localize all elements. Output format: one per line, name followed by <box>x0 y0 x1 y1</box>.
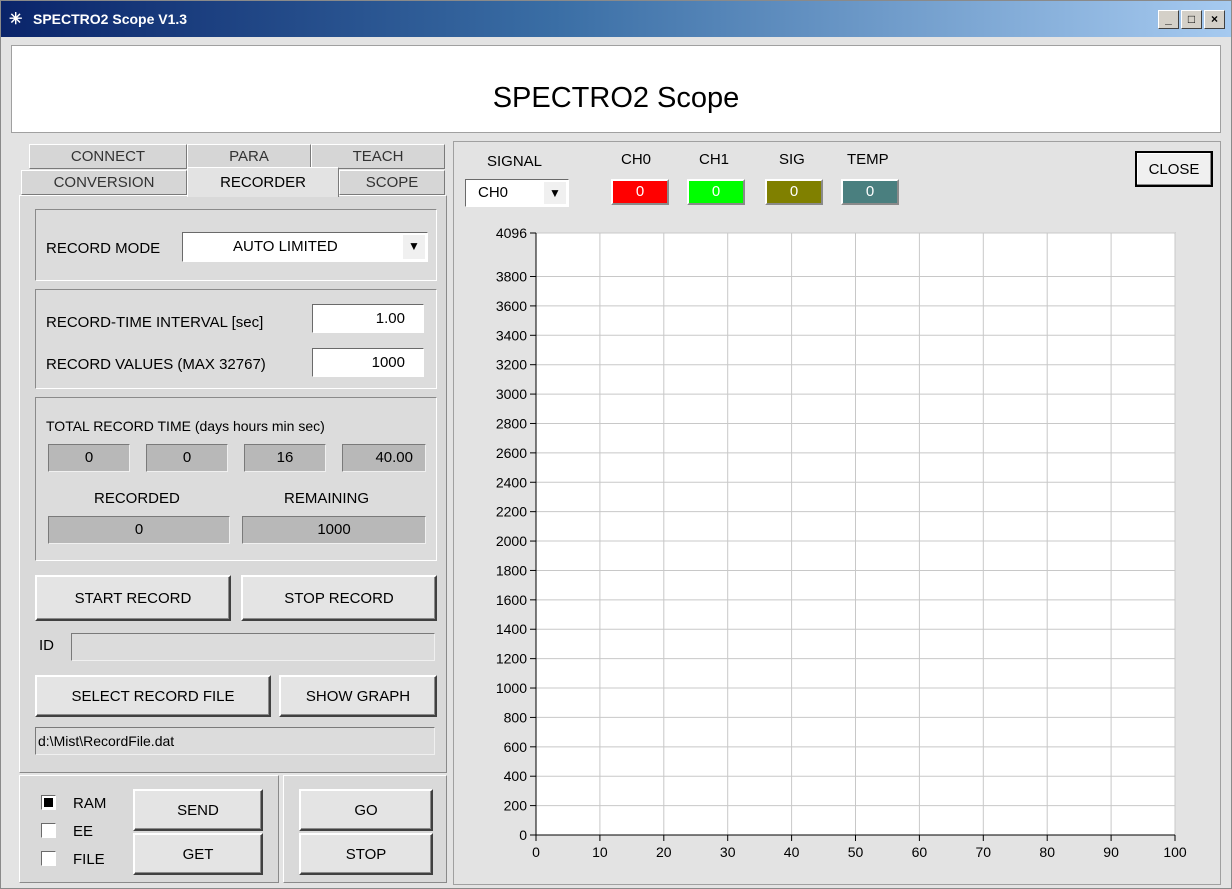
get-button[interactable]: GET <box>133 833 263 875</box>
record-values-label: RECORD VALUES (MAX 32767) <box>46 356 266 373</box>
send-button[interactable]: SEND <box>133 789 263 831</box>
record-mode-select[interactable]: AUTO LIMITED ▼ <box>182 232 428 262</box>
y-tick-label: 1000 <box>496 680 527 696</box>
recorded-label: RECORDED <box>94 490 180 507</box>
total-record-time-group: TOTAL RECORD TIME (days hours min sec) 0… <box>35 397 437 561</box>
total-min-field: 16 <box>244 444 326 472</box>
x-tick-label: 60 <box>912 844 928 860</box>
ch0-label: CH0 <box>621 151 652 168</box>
y-tick-label: 2000 <box>496 533 527 549</box>
x-tick-label: 100 <box>1163 844 1187 860</box>
y-tick-label: 3600 <box>496 298 527 314</box>
y-tick-label: 3200 <box>496 357 527 373</box>
signal-value: CH0 <box>478 184 509 201</box>
y-tick-label: 2600 <box>496 445 527 461</box>
y-tick-label: 600 <box>504 739 528 755</box>
close-window-button[interactable]: × <box>1204 10 1225 29</box>
stop-record-button[interactable]: STOP RECORD <box>241 575 437 621</box>
stop-button[interactable]: STOP <box>299 833 433 875</box>
ee-label: EE <box>73 823 94 840</box>
ch1-indicator: 0 <box>687 179 745 205</box>
total-record-time-label: TOTAL RECORD TIME (days hours min sec) <box>46 418 325 434</box>
interval-input[interactable]: 1.00 <box>312 304 424 333</box>
chevron-down-icon[interactable]: ▼ <box>544 182 566 204</box>
file-label: FILE <box>73 851 105 868</box>
show-graph-button[interactable]: SHOW GRAPH <box>279 675 437 717</box>
tab-recorder[interactable]: RECORDER <box>187 167 339 197</box>
tab-para[interactable]: PARA <box>187 144 311 169</box>
y-tick-label: 3400 <box>496 327 527 343</box>
x-tick-label: 70 <box>976 844 992 860</box>
total-sec-field: 40.00 <box>342 444 426 472</box>
file-checkbox[interactable] <box>41 851 56 866</box>
x-tick-label: 10 <box>592 844 608 860</box>
y-tick-label: 2400 <box>496 474 527 490</box>
header-panel: SPECTRO2 Scope <box>11 45 1221 133</box>
scope-chart: 0 10 20 30 40 50 60 70 80 90 100020040060080010001… <box>496 225 1187 860</box>
tab-scope[interactable]: SCOPE <box>339 170 445 195</box>
tab-conversion[interactable]: CONVERSION <box>21 170 187 195</box>
x-tick-label: 40 <box>784 844 800 860</box>
record-mode-group: RECORD MODE AUTO LIMITED ▼ <box>35 209 437 281</box>
window-title: SPECTRO2 Scope V1.3 <box>33 11 188 27</box>
id-label: ID <box>39 637 54 654</box>
y-tick-label: 3000 <box>496 386 527 402</box>
window-controls: _ □ × <box>1158 10 1225 29</box>
x-tick-label: 30 <box>720 844 736 860</box>
app-window: ✳ SPECTRO2 Scope V1.3 _ □ × SPECTRO2 Sco… <box>0 0 1232 889</box>
record-mode-value: AUTO LIMITED <box>233 238 338 255</box>
x-tick-label: 50 <box>848 844 864 860</box>
tab-teach[interactable]: TEACH <box>311 144 445 169</box>
x-tick-label: 80 <box>1039 844 1055 860</box>
x-tick-label: 20 <box>656 844 672 860</box>
ram-label: RAM <box>73 795 107 812</box>
temp-indicator: 0 <box>841 179 899 205</box>
ch0-indicator: 0 <box>611 179 669 205</box>
y-tick-label: 2200 <box>496 504 527 520</box>
title-bar[interactable]: ✳ SPECTRO2 Scope V1.3 _ □ × <box>1 1 1231 37</box>
y-tick-label: 200 <box>504 798 528 814</box>
x-tick-label: 90 <box>1103 844 1119 860</box>
y-tick-label: 4096 <box>496 225 527 241</box>
ch1-label: CH1 <box>699 151 730 168</box>
sig-label: SIG <box>779 151 805 168</box>
y-tick-label: 0 <box>519 827 527 843</box>
y-tick-label: 1400 <box>496 621 527 637</box>
minimize-button[interactable]: _ <box>1158 10 1179 29</box>
maximize-button[interactable]: □ <box>1181 10 1202 29</box>
signal-label: SIGNAL <box>487 153 543 170</box>
y-tick-label: 400 <box>504 768 528 784</box>
sig-indicator: 0 <box>765 179 823 205</box>
total-days-field: 0 <box>48 444 130 472</box>
tab-connect[interactable]: CONNECT <box>29 144 187 169</box>
y-tick-label: 1200 <box>496 651 527 667</box>
record-interval-group: RECORD-TIME INTERVAL [sec] 1.00 RECORD V… <box>35 289 437 389</box>
remaining-field: 1000 <box>242 516 426 544</box>
id-field <box>71 633 435 661</box>
y-tick-label: 800 <box>504 709 528 725</box>
start-record-button[interactable]: START RECORD <box>35 575 231 621</box>
chevron-down-icon[interactable]: ▼ <box>403 235 425 259</box>
interval-label: RECORD-TIME INTERVAL [sec] <box>46 314 264 331</box>
y-tick-label: 1600 <box>496 592 527 608</box>
go-button[interactable]: GO <box>299 789 433 831</box>
sparkle-icon: ✳ <box>9 11 23 28</box>
close-button[interactable]: CLOSE <box>1135 151 1213 187</box>
y-tick-label: 1800 <box>496 562 527 578</box>
total-hours-field: 0 <box>146 444 228 472</box>
page-title: SPECTRO2 Scope <box>492 82 740 114</box>
record-mode-label: RECORD MODE <box>46 240 161 257</box>
temp-label: TEMP <box>847 151 889 168</box>
x-tick-label: 0 <box>532 844 540 860</box>
select-record-file-button[interactable]: SELECT RECORD FILE <box>35 675 271 717</box>
signal-select[interactable]: CH0 ▼ <box>465 179 569 207</box>
ee-checkbox[interactable] <box>41 823 56 838</box>
y-tick-label: 2800 <box>496 415 527 431</box>
record-values-input[interactable]: 1000 <box>312 348 424 377</box>
record-file-path: d:\Mist\RecordFile.dat <box>35 727 435 755</box>
remaining-label: REMAINING <box>284 490 370 507</box>
ram-checkbox[interactable] <box>41 795 56 810</box>
y-tick-label: 3800 <box>496 269 527 285</box>
recorded-field: 0 <box>48 516 230 544</box>
